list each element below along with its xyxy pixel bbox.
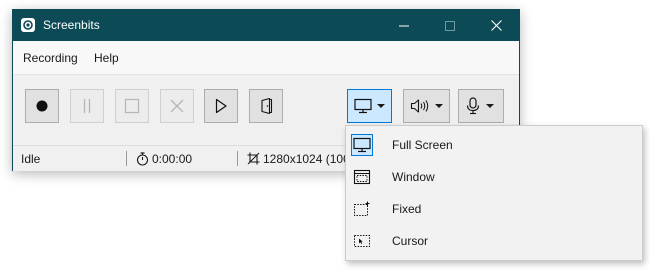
menu-item-label: Cursor <box>392 234 429 248</box>
status-elapsed-time: 0:00:00 <box>152 152 193 166</box>
record-icon <box>36 100 48 112</box>
close-button[interactable] <box>473 10 519 41</box>
screenbits-logo-icon <box>21 18 35 32</box>
discard-button[interactable] <box>160 89 194 123</box>
open-folder-icon <box>261 97 273 115</box>
record-button[interactable] <box>25 89 59 123</box>
crop-icon <box>247 152 260 165</box>
pause-icon <box>83 99 91 113</box>
fixed-region-icon <box>351 198 373 220</box>
minimize-button[interactable] <box>381 10 427 41</box>
status-separator <box>126 151 127 166</box>
stopwatch-icon <box>136 152 149 166</box>
menu-item-label: Window <box>392 170 435 184</box>
discard-icon <box>170 99 184 113</box>
menu-item-cursor[interactable]: Cursor <box>346 225 642 257</box>
stop-button[interactable] <box>115 89 149 123</box>
microphone-icon <box>466 97 480 115</box>
menu-help[interactable]: Help <box>94 51 119 65</box>
status-separator <box>237 151 238 166</box>
menu-item-full-screen[interactable]: Full Screen <box>346 129 642 161</box>
maximize-icon <box>445 20 455 31</box>
open-folder-button[interactable] <box>249 89 283 123</box>
capture-mode-dropdown[interactable] <box>347 89 392 123</box>
title-bar[interactable]: Screenbits <box>13 10 519 41</box>
menu-bar: Recording Help <box>13 41 519 75</box>
cursor-region-icon <box>351 230 373 252</box>
play-icon <box>215 98 227 114</box>
menu-item-fixed[interactable]: Fixed <box>346 193 642 225</box>
maximize-button <box>427 10 473 41</box>
window-icon <box>351 166 373 188</box>
menu-recording[interactable]: Recording <box>23 51 78 65</box>
monitor-icon <box>354 98 372 114</box>
menu-item-window[interactable]: Window <box>346 161 642 193</box>
status-state: Idle <box>21 152 41 166</box>
speaker-icon <box>410 99 429 113</box>
stop-icon <box>124 98 140 114</box>
window-title: Screenbits <box>43 18 100 32</box>
play-button[interactable] <box>204 89 238 123</box>
pause-button[interactable] <box>70 89 104 123</box>
capture-mode-menu: Full Screen Window Fixed Cursor <box>345 125 643 261</box>
menu-item-label: Fixed <box>392 202 422 216</box>
audio-output-dropdown[interactable] <box>403 89 450 123</box>
chevron-down-icon <box>486 104 494 108</box>
minimize-icon <box>399 25 409 26</box>
menu-item-label: Full Screen <box>392 138 453 152</box>
chevron-down-icon <box>377 104 385 108</box>
chevron-down-icon <box>435 104 443 108</box>
close-icon <box>490 20 502 31</box>
full-screen-icon <box>351 134 373 156</box>
microphone-dropdown[interactable] <box>458 89 504 123</box>
